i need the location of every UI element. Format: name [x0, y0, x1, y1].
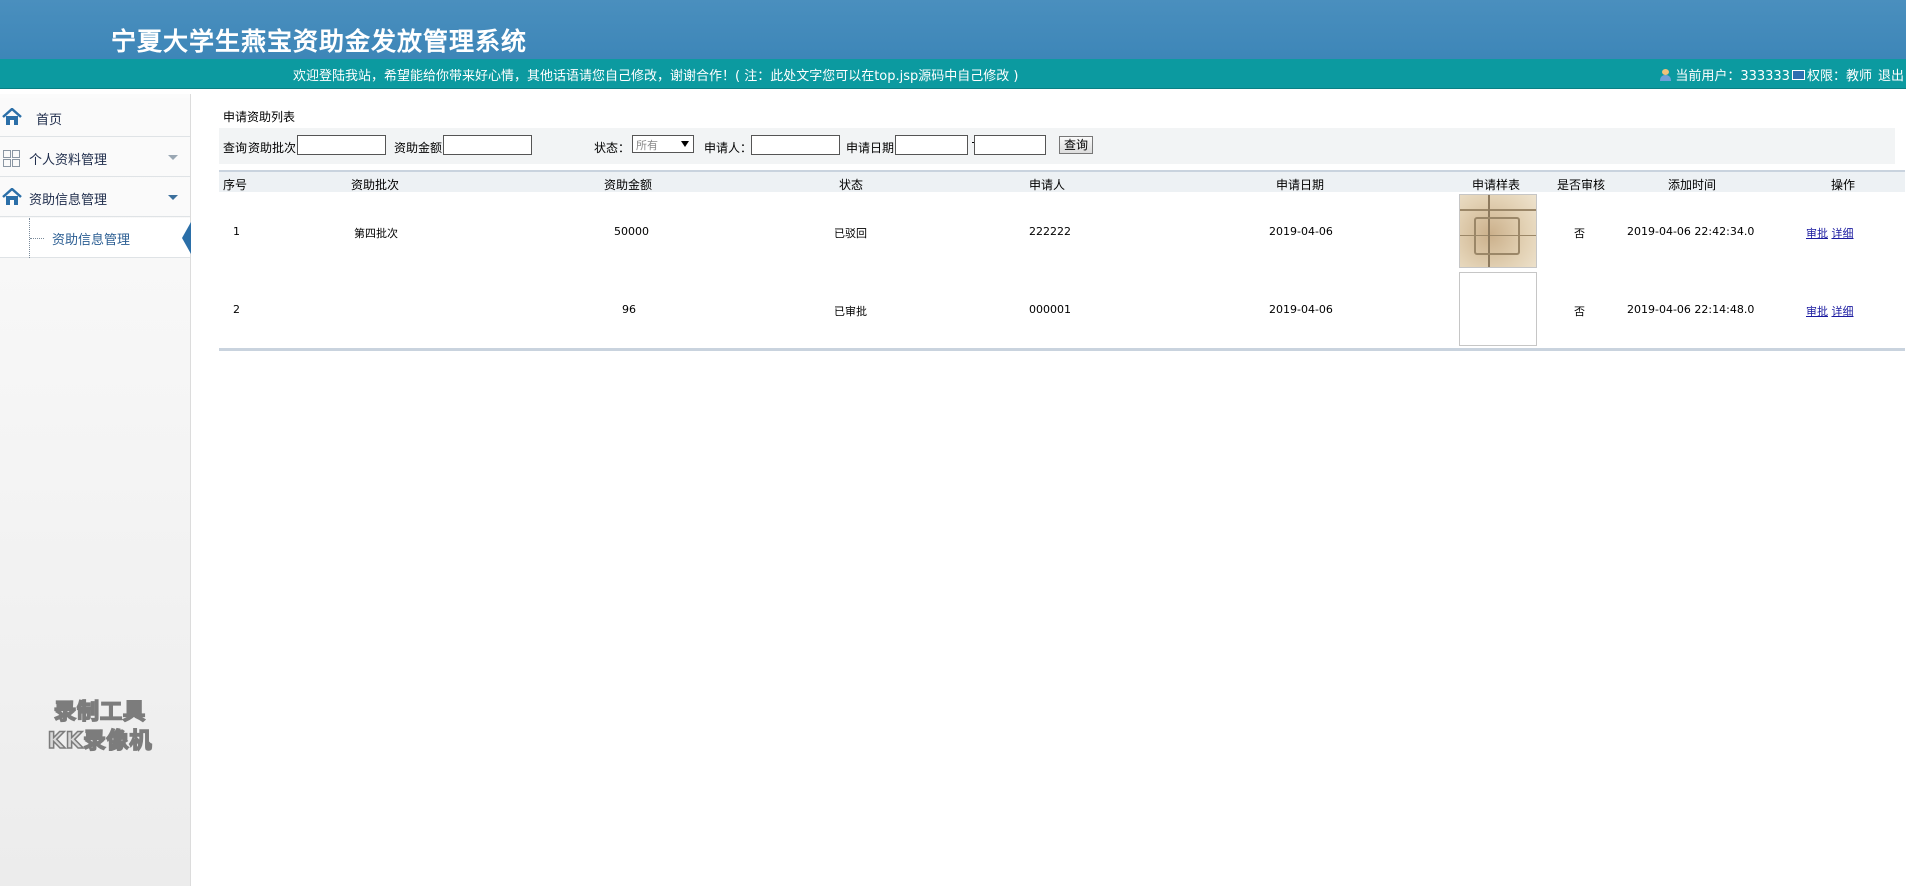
grid-icon: [3, 150, 20, 167]
column-header: 是否审核: [1557, 178, 1606, 192]
dropdown-arrow-icon: [681, 141, 689, 147]
cell-no: 2: [233, 303, 240, 316]
approve-link[interactable]: 审批: [1806, 227, 1828, 240]
detail-link[interactable]: 详细: [1832, 227, 1854, 240]
sidebar-item-label: 首页: [36, 113, 63, 128]
search-prefix: 查询: [223, 141, 248, 155]
cell-amount: 96: [622, 303, 636, 316]
page-title: 申请资助列表: [223, 110, 296, 124]
watermark-line: 录制工具: [53, 699, 146, 726]
table-row: 1 第四批次 50000 已驳回 222222 2019-04-06 否 201…: [219, 192, 1905, 270]
date-from-input[interactable]: [895, 135, 968, 155]
column-header: 资助金额: [604, 178, 653, 192]
detail-link[interactable]: 详细: [1832, 305, 1854, 318]
applicant-input[interactable]: [751, 135, 840, 155]
application-table: 序号 资助批次 资助金额 状态 申请人 申请日期 申请样表 是否审核 添加时间 …: [219, 170, 1905, 351]
sidebar: 首页 个人资料管理 资助信息管理 资助信息管理 录制工具 KK录像机: [0, 94, 191, 886]
watermark-line: KK录像机: [47, 728, 153, 755]
cell-added-time: 2019-04-06 22:14:48.0: [1627, 303, 1755, 316]
column-header: 申请人: [1029, 178, 1066, 192]
current-user-label: 当前用户：333333: [1675, 69, 1790, 84]
table-row: 2 96 已审批 000001 2019-04-06 否 2019-04-06 …: [219, 270, 1905, 348]
welcome-message: 欢迎登陆我站，希望能给你带来好心情，其他话语请您自己修改，谢谢合作！( 注：此处…: [293, 69, 1019, 84]
top-info-bar: 欢迎登陆我站，希望能给你带来好心情，其他话语请您自己修改，谢谢合作！( 注：此处…: [0, 59, 1906, 89]
application-form-thumbnail[interactable]: [1459, 194, 1537, 268]
cell-actions: 审批 详细: [1806, 225, 1854, 241]
column-header: 资助批次: [351, 178, 400, 192]
table-header: 序号 资助批次 资助金额 状态 申请人 申请日期 申请样表 是否审核 添加时间 …: [219, 170, 1905, 192]
role-label: 权限：教师: [1806, 69, 1872, 84]
cell-reviewed: 否: [1574, 305, 1585, 318]
logout-link[interactable]: 退出: [1878, 65, 1904, 84]
chevron-down-icon: [168, 195, 178, 200]
user-info: 当前用户：333333 权限：教师 退出: [1659, 65, 1904, 84]
cell-amount: 50000: [614, 225, 649, 238]
application-form-thumbnail[interactable]: [1459, 272, 1537, 346]
status-label: 状态：: [594, 141, 631, 155]
cell-applicant: 000001: [1029, 303, 1071, 316]
column-header: 申请样表: [1472, 178, 1521, 192]
batch-input[interactable]: [297, 135, 386, 155]
column-header: 添加时间: [1668, 178, 1717, 192]
sidebar-item-funding[interactable]: 资助信息管理: [0, 178, 190, 217]
query-button[interactable]: 查询: [1059, 136, 1094, 154]
applicant-label: 申请人：: [704, 141, 753, 155]
column-header: 操作: [1831, 178, 1856, 192]
cell-date: 2019-04-06: [1269, 303, 1333, 316]
cell-added-time: 2019-04-06 22:42:34.0: [1627, 225, 1755, 238]
cell-status: 已审批: [834, 305, 867, 318]
sidebar-item-profile[interactable]: 个人资料管理: [0, 138, 190, 177]
approve-link[interactable]: 审批: [1806, 305, 1828, 318]
app-header: 宁夏大学生燕宝资助金发放管理系统: [0, 0, 1906, 59]
status-selected-value: 所有: [636, 139, 658, 152]
amount-input[interactable]: [443, 135, 532, 155]
column-header: 状态: [839, 178, 864, 192]
sidebar-item-label: 资助信息管理: [29, 193, 108, 208]
recorder-watermark: 录制工具 KK录像机: [30, 698, 170, 756]
home-icon: [2, 108, 22, 125]
cell-status: 已驳回: [834, 227, 867, 240]
home-icon: [2, 188, 22, 205]
sidebar-item-home[interactable]: 首页: [0, 98, 190, 137]
sidebar-subitem-funding-management[interactable]: 资助信息管理: [0, 218, 191, 258]
user-icon: [1659, 68, 1673, 81]
column-header: 序号: [223, 178, 248, 192]
site-title: 宁夏大学生燕宝资助金发放管理系统: [111, 27, 528, 56]
computer-icon: [1791, 69, 1805, 80]
chevron-down-icon: [168, 155, 178, 160]
active-indicator-icon: [182, 222, 191, 254]
column-header: 申请日期: [1276, 178, 1325, 192]
sidebar-subitem-label: 资助信息管理: [52, 233, 131, 248]
table-bottom-border: [219, 348, 1905, 351]
date-to-input[interactable]: [974, 135, 1046, 155]
cell-no: 1: [233, 225, 240, 238]
main-content: 申请资助列表 查询 资助批次： 资助金额： 状态： 所有 申请人： 申请日期： …: [191, 94, 1906, 886]
cell-batch: 第四批次: [354, 227, 398, 240]
cell-actions: 审批 详细: [1806, 303, 1854, 319]
cell-reviewed: 否: [1574, 227, 1585, 240]
search-bar: 查询 资助批次： 资助金额： 状态： 所有 申请人： 申请日期： 查询: [219, 128, 1895, 164]
cell-date: 2019-04-06: [1269, 225, 1333, 238]
status-select[interactable]: 所有: [632, 135, 694, 153]
cell-applicant: 222222: [1029, 225, 1071, 238]
tree-line: [30, 238, 44, 239]
sidebar-item-label: 个人资料管理: [29, 153, 108, 168]
